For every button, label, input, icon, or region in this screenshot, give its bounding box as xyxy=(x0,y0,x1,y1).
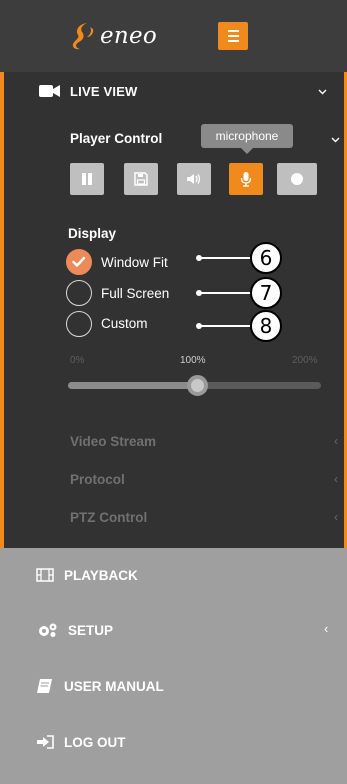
speaker-button[interactable] xyxy=(177,163,211,195)
scale-max-label: 200% xyxy=(292,355,318,366)
live-view-title: LIVE VIEW xyxy=(70,83,138,99)
microphone-button[interactable] xyxy=(229,163,263,195)
chevron-left-icon[interactable]: ‹ xyxy=(334,510,338,524)
chevron-left-icon[interactable]: ‹ xyxy=(324,621,328,636)
player-control-title: Player Control xyxy=(70,131,163,146)
checkmark-icon xyxy=(72,256,86,267)
callout-number: 7 xyxy=(250,277,282,309)
pause-icon xyxy=(82,173,92,185)
scale-min-label: 0% xyxy=(70,355,85,366)
pause-button[interactable] xyxy=(70,163,104,195)
callout-number: 6 xyxy=(250,242,282,274)
scale-mid-label: 100% xyxy=(180,355,206,366)
callout-line xyxy=(199,292,251,294)
protocol-item[interactable]: Protocol xyxy=(70,472,125,487)
save-button[interactable] xyxy=(124,163,158,195)
save-icon xyxy=(134,172,148,186)
nav-item-log-out[interactable]: LOG OUT xyxy=(36,734,126,750)
chevron-down-icon[interactable] xyxy=(318,87,327,96)
scale-slider-fill xyxy=(68,382,195,389)
book-icon xyxy=(37,679,52,693)
hamburger-menu-button[interactable] xyxy=(218,22,248,50)
chevron-left-icon[interactable]: ‹ xyxy=(334,434,338,448)
display-title: Display xyxy=(68,226,117,241)
full-screen-radio[interactable] xyxy=(66,280,92,306)
microphone-tooltip: microphone xyxy=(201,124,293,154)
nav-label: PLAYBACK xyxy=(64,567,138,583)
record-icon xyxy=(291,173,303,185)
microphone-icon xyxy=(240,172,252,187)
window-fit-radio[interactable] xyxy=(66,249,92,275)
live-view-panel xyxy=(0,72,347,548)
speaker-icon xyxy=(187,174,201,184)
ptz-control-item[interactable]: PTZ Control xyxy=(70,510,147,525)
record-button[interactable] xyxy=(277,163,317,195)
player-control-chevron-icon[interactable] xyxy=(331,135,340,144)
nav-item-playback[interactable]: PLAYBACK xyxy=(36,567,138,583)
full-screen-label[interactable]: Full Screen xyxy=(101,286,169,301)
custom-label[interactable]: Custom xyxy=(101,316,148,331)
chevron-left-icon[interactable]: ‹ xyxy=(334,472,338,486)
eneo-logo: eneo xyxy=(70,18,157,54)
film-icon xyxy=(36,568,54,582)
hamburger-icon xyxy=(227,30,239,32)
gears-icon xyxy=(39,623,57,637)
callout-line xyxy=(199,325,251,327)
scale-slider-handle[interactable] xyxy=(187,375,208,396)
nav-item-user-manual[interactable]: USER MANUAL xyxy=(36,678,164,694)
brand-name: eneo xyxy=(100,23,158,49)
nav-label: SETUP xyxy=(68,622,114,638)
custom-radio[interactable] xyxy=(66,311,92,337)
eneo-logo-mark-icon xyxy=(72,23,94,50)
live-view-header[interactable]: LIVE VIEW xyxy=(38,83,138,99)
callout-number: 8 xyxy=(250,310,282,342)
window-fit-label[interactable]: Window Fit xyxy=(101,255,168,270)
nav-label: USER MANUAL xyxy=(64,678,164,694)
nav-label: LOG OUT xyxy=(64,734,126,750)
video-stream-item[interactable]: Video Stream xyxy=(70,434,156,449)
video-camera-icon xyxy=(39,85,60,97)
callout-line xyxy=(199,257,251,259)
nav-item-setup[interactable]: SETUP xyxy=(36,622,113,638)
app-header: eneo xyxy=(0,0,347,72)
logout-icon xyxy=(37,735,54,749)
